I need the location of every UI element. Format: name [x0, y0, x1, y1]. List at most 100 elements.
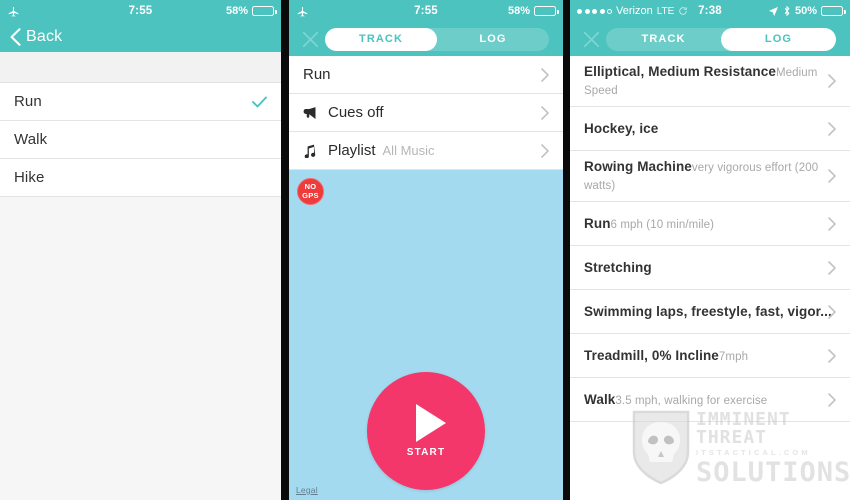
phone-panel-log: Verizon LTE 7:38 50% TRACK LOG Elliptica… — [570, 0, 850, 500]
segmented-control-panel3[interactable]: TRACK LOG — [606, 27, 836, 51]
activity-option-row[interactable]: Hike — [0, 159, 281, 197]
nav-bar-track: TRACK LOG — [289, 22, 563, 56]
track-setting-label: Cues off — [328, 104, 384, 121]
chevron-right-icon — [541, 143, 549, 158]
signal-strength-icon — [577, 8, 612, 14]
log-entry-title: Swimming laps, freestyle, fast, vigor... — [584, 303, 832, 319]
activity-option-label: Hike — [14, 169, 45, 186]
tab-log[interactable]: LOG — [721, 27, 836, 51]
log-entry-title: Rowing Machine — [584, 159, 692, 174]
chevron-right-icon — [828, 121, 836, 136]
activity-option-label: Walk — [14, 131, 48, 148]
log-entry-row[interactable]: Swimming laps, freestyle, fast, vigor... — [570, 290, 850, 334]
sync-icon — [678, 6, 688, 16]
chevron-right-icon — [541, 67, 549, 82]
chevron-right-icon — [828, 216, 836, 231]
activity-option-row[interactable]: Run — [0, 83, 281, 121]
log-entry-subtitle: 7mph — [718, 350, 749, 363]
tab-log[interactable]: LOG — [437, 28, 549, 51]
phone-panel-track: 7:55 58% TRACK LOG Run Cues off Playlist All… — [289, 0, 563, 500]
chevron-right-icon — [828, 74, 836, 88]
log-entry-text: Stretching — [584, 259, 828, 277]
log-entry-title: Walk — [584, 391, 616, 407]
track-settings-list: Run Cues off Playlist All Music — [289, 56, 563, 170]
track-setting-row[interactable]: Run — [289, 56, 563, 94]
segmented-control-panel2[interactable]: TRACK LOG — [325, 27, 549, 51]
airplane-icon — [7, 5, 20, 18]
log-entry-text: Treadmill, 0% Incline7mph — [584, 347, 828, 365]
log-entry-text: Run6 mph (10 min/mile) — [584, 215, 828, 233]
log-entry-row[interactable]: Walk3.5 mph, walking for exercise — [570, 378, 850, 422]
track-setting-value: All Music — [382, 143, 435, 158]
exercise-log-list: Elliptical, Medium ResistanceMedium Spee… — [570, 56, 850, 422]
status-right-panel1: 58% — [225, 5, 277, 17]
status-left-panel1 — [7, 5, 226, 18]
network-type-label: LTE — [656, 5, 675, 17]
battery-icon-panel2 — [534, 6, 559, 16]
bluetooth-icon — [783, 5, 791, 17]
battery-percent-panel3: 50% — [794, 5, 817, 17]
play-triangle-icon — [415, 404, 446, 442]
activity-option-row[interactable]: Walk — [0, 121, 281, 159]
log-entry-title: Run — [584, 215, 611, 231]
log-entry-text: Elliptical, Medium ResistanceMedium Spee… — [584, 63, 828, 99]
status-left-panel2 — [296, 5, 508, 18]
no-gps-line2: GPS — [302, 190, 319, 200]
map-area[interactable]: NO GPS START Legal — [289, 170, 563, 500]
music-note-icon — [303, 144, 323, 158]
close-x-icon[interactable] — [578, 26, 604, 52]
activity-option-label: Run — [14, 93, 42, 110]
start-button[interactable]: START — [367, 372, 485, 490]
tab-track[interactable]: TRACK — [606, 28, 721, 51]
log-entry-row[interactable]: Hockey, ice — [570, 107, 850, 151]
list-top-spacer — [0, 52, 281, 83]
chevron-left-icon — [10, 28, 21, 46]
status-right-panel2: 58% — [508, 5, 559, 17]
battery-percent-panel1: 58% — [225, 5, 248, 17]
log-entry-row[interactable]: Stretching — [570, 246, 850, 290]
status-right-panel3: 50% — [768, 5, 846, 17]
start-button-label: START — [406, 447, 446, 458]
log-entry-title: Stretching — [584, 259, 652, 275]
screenshot-stage: 7:55 58% Back Run Walk Hike 7:55 58% TRA… — [0, 0, 850, 500]
phone-panel-activity-picker: 7:55 58% Back Run Walk Hike — [0, 0, 281, 500]
nav-bar-log: TRACK LOG — [570, 22, 850, 56]
log-entry-row[interactable]: Elliptical, Medium ResistanceMedium Spee… — [570, 56, 850, 107]
chevron-right-icon — [828, 392, 836, 407]
tab-track[interactable]: TRACK — [325, 27, 437, 51]
megaphone-icon — [303, 106, 323, 120]
chevron-right-icon — [541, 105, 549, 120]
log-entry-subtitle: 3.5 mph, walking for exercise — [615, 394, 768, 407]
log-entry-text: Walk3.5 mph, walking for exercise — [584, 391, 828, 409]
activity-option-list: Run Walk Hike — [0, 83, 281, 197]
chevron-right-icon — [828, 260, 836, 275]
back-button-label: Back — [26, 28, 63, 45]
location-arrow-icon — [768, 6, 779, 17]
log-entry-row[interactable]: Treadmill, 0% Incline7mph — [570, 334, 850, 378]
close-x-icon[interactable] — [297, 26, 323, 52]
no-gps-badge: NO GPS — [297, 178, 324, 205]
track-setting-row[interactable]: Cues off — [289, 94, 563, 132]
log-entry-subtitle: 6 mph (10 min/mile) — [610, 218, 715, 231]
chevron-right-icon — [828, 304, 836, 319]
log-entry-title: Elliptical, Medium Resistance — [584, 64, 776, 79]
start-button-wrap: START — [289, 372, 563, 490]
log-entry-title: Hockey, ice — [584, 120, 659, 136]
track-setting-row[interactable]: Playlist All Music — [289, 132, 563, 170]
status-bar-panel3: Verizon LTE 7:38 50% — [570, 0, 850, 22]
track-setting-label: Playlist — [328, 142, 376, 159]
status-bar-panel1: 7:55 58% — [0, 0, 281, 22]
log-entry-title: Treadmill, 0% Incline — [584, 347, 719, 363]
battery-icon-panel3 — [821, 6, 846, 16]
log-entry-row[interactable]: Rowing Machinevery vigorous effort (200 … — [570, 151, 850, 202]
log-list-filler — [570, 422, 850, 500]
log-entry-text: Hockey, ice — [584, 120, 828, 138]
nav-bar-back[interactable]: Back — [0, 22, 281, 52]
battery-icon-panel1 — [252, 6, 277, 16]
log-entry-text: Swimming laps, freestyle, fast, vigor... — [584, 303, 832, 321]
log-entry-row[interactable]: Run6 mph (10 min/mile) — [570, 202, 850, 246]
checkmark-icon — [252, 96, 267, 108]
legal-link[interactable]: Legal — [296, 485, 318, 495]
chevron-right-icon — [828, 348, 836, 363]
status-bar-panel2: 7:55 58% — [289, 0, 563, 22]
